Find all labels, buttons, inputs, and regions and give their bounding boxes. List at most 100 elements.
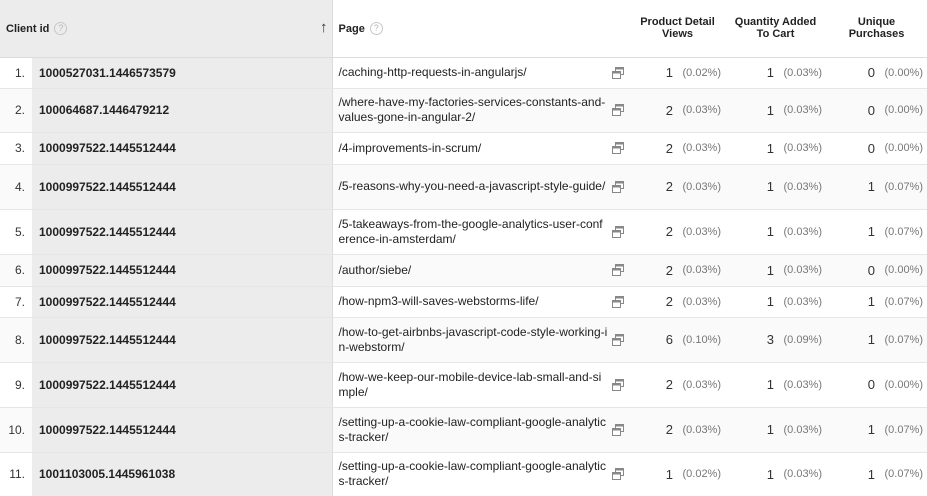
product-detail-views-cell: 2 (0.03%) [630,286,726,318]
open-in-new-window-icon[interactable] [612,104,625,116]
page-cell: /setting-up-a-cookie-law-compliant-googl… [332,452,631,496]
product-detail-views-cell: 1 (0.02%) [630,57,726,89]
metric-value: 1 [766,294,775,309]
table-row: 9. 1000997522.1445512444 /how-we-keep-ou… [0,362,927,408]
product-detail-views-cell: 2 (0.03%) [630,254,726,287]
sort-ascending-icon[interactable]: ↑ [320,19,328,36]
column-header-label: Unique Purchases [848,16,905,41]
client-id-cell[interactable]: 1000997522.1445512444 [32,132,333,165]
unique-purchases-cell: 1 (0.07%) [826,209,927,255]
open-in-new-window-icon[interactable] [612,264,625,276]
page-link[interactable]: /5-takeaways-from-the-google-analytics-u… [339,217,609,247]
row-number: 5. [0,209,32,255]
metric-value: 0 [867,102,876,118]
quantity-added-to-cart-cell: 1 (0.03%) [725,254,827,287]
unique-purchases-cell: 0 (0.00%) [826,254,927,287]
open-in-new-window-icon[interactable] [612,142,625,154]
unique-purchases-cell: 1 (0.07%) [826,286,927,318]
open-in-new-window-icon[interactable] [612,423,625,436]
metric-percent: (0.03%) [783,142,823,154]
page-link[interactable]: /setting-up-a-cookie-law-compliant-googl… [339,459,609,489]
page-cell: /how-to-get-airbnbs-javascript-code-styl… [332,317,631,363]
metric-percent: (0.02%) [682,66,722,79]
open-in-new-window-icon[interactable] [612,333,625,346]
open-in-new-window-icon[interactable] [612,378,625,391]
product-detail-views-cell: 1 (0.02%) [630,452,726,496]
row-number: 3. [0,132,32,165]
page-cell: /caching-http-requests-in-angularjs/ [332,57,631,89]
product-detail-views-cell: 2 (0.03%) [630,407,726,453]
metric-value: 1 [766,422,775,437]
client-id-cell[interactable]: 1000997522.1445512444 [32,286,333,318]
quantity-added-to-cart-cell: 1 (0.03%) [725,57,827,89]
metric-percent: (0.00%) [884,104,924,116]
row-number: 1. [0,57,32,89]
client-id-cell[interactable]: 1000997522.1445512444 [32,164,333,210]
client-id-cell[interactable]: 1000997522.1445512444 [32,362,333,408]
metric-percent: (0.02%) [682,468,722,480]
metric-value: 1 [867,294,876,309]
page-link[interactable]: /how-npm3-will-saves-webstorms-life/ [339,294,609,309]
client-id-cell[interactable]: 1000997522.1445512444 [32,407,333,453]
column-header-quantity-added-to-cart[interactable]: Quantity Added To Cart [725,0,827,58]
column-header-page[interactable]: Page? [332,0,631,58]
column-header-product-detail-views[interactable]: Product Detail Views [630,0,726,58]
metric-percent: (0.07%) [884,180,924,193]
column-header-client-id[interactable]: Client id? ↑ [0,0,333,58]
client-id-cell[interactable]: 1000997522.1445512444 [32,209,333,255]
row-number: 11. [0,452,32,496]
page-link[interactable]: /where-have-my-factories-services-consta… [339,95,609,125]
column-header-label: Page [338,22,365,35]
client-id-cell[interactable]: 1000527031.1446573579 [32,57,333,89]
column-header-unique-purchases[interactable]: Unique Purchases [826,0,927,58]
row-number: 9. [0,362,32,408]
page-cell: /5-takeaways-from-the-google-analytics-u… [332,209,631,255]
unique-purchases-cell: 1 (0.07%) [826,317,927,363]
client-id-cell[interactable]: 100064687.1446479212 [32,88,333,133]
metric-value: 1 [665,65,674,80]
client-id-cell[interactable]: 1001103005.1445961038 [32,452,333,496]
metric-percent: (0.07%) [884,423,924,436]
page-link[interactable]: /how-we-keep-our-mobile-device-lab-small… [339,370,609,400]
metric-value: 1 [766,262,775,278]
metric-value: 1 [867,466,876,482]
open-in-new-window-icon[interactable] [612,295,625,308]
open-in-new-window-icon[interactable] [612,468,625,480]
help-icon[interactable]: ? [369,21,383,35]
page-cell: /where-have-my-factories-services-consta… [332,88,631,133]
open-in-new-window-icon[interactable] [612,225,625,238]
open-in-new-window-icon[interactable] [612,66,625,79]
page-link[interactable]: /how-to-get-airbnbs-javascript-code-styl… [339,325,609,355]
page-link[interactable]: /5-reasons-why-you-need-a-javascript-sty… [339,179,609,194]
product-detail-views-cell: 2 (0.03%) [630,132,726,165]
metric-value: 6 [665,332,674,347]
table-row: 1. 1000527031.1446573579 /caching-http-r… [0,57,927,89]
table-row: 2. 100064687.1446479212 /where-have-my-f… [0,88,927,133]
table-row: 10. 1000997522.1445512444 /setting-up-a-… [0,407,927,453]
metric-value: 0 [867,140,876,156]
metric-percent: (0.03%) [783,66,823,79]
page-link[interactable]: /setting-up-a-cookie-law-compliant-googl… [339,415,609,445]
page-link[interactable]: /caching-http-requests-in-angularjs/ [339,65,609,80]
product-detail-views-cell: 2 (0.03%) [630,362,726,408]
metric-percent: (0.03%) [682,142,722,154]
metric-percent: (0.03%) [783,423,823,436]
open-in-new-window-icon[interactable] [612,180,625,193]
metric-value: 2 [665,140,674,156]
metric-value: 1 [867,224,876,239]
product-detail-views-cell: 2 (0.03%) [630,164,726,210]
unique-purchases-cell: 0 (0.00%) [826,88,927,133]
metric-value: 1 [665,466,674,482]
client-id-cell[interactable]: 1000997522.1445512444 [32,254,333,287]
metric-percent: (0.03%) [783,180,823,193]
client-id-cell[interactable]: 1000997522.1445512444 [32,317,333,363]
page-link[interactable]: /author/siebe/ [339,263,609,278]
table-row: 6. 1000997522.1445512444 /author/siebe/ … [0,254,927,287]
help-icon[interactable]: ? [54,21,68,35]
page-cell: /author/siebe/ [332,254,631,287]
metric-percent: (0.09%) [783,333,823,346]
metric-percent: (0.03%) [682,104,722,116]
page-link[interactable]: /4-improvements-in-scrum/ [339,141,609,156]
metric-percent: (0.03%) [682,423,722,436]
quantity-added-to-cart-cell: 1 (0.03%) [725,132,827,165]
